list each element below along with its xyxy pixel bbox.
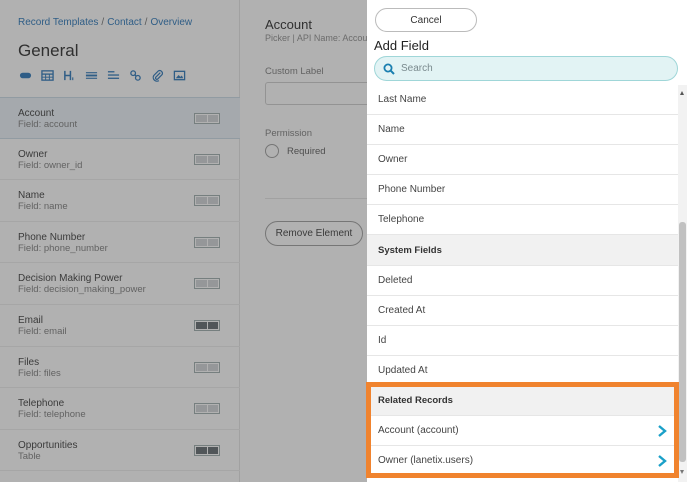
list-item-label: System Fields (378, 244, 442, 256)
list-item-label: Last Name (378, 94, 427, 106)
list-section-header: Related Records (367, 385, 678, 417)
list-item-label: Created At (378, 304, 426, 316)
scroll-up-arrow-icon[interactable] (680, 91, 684, 95)
list-item[interactable]: Updated At (367, 355, 678, 386)
list-item-label: Telephone (378, 214, 425, 226)
list-item-label: Related Records (378, 394, 453, 406)
search-input[interactable] (401, 63, 661, 74)
list-item[interactable]: Deleted (367, 265, 678, 296)
add-field-panel: Cancel Add Field Last Name Name Owner Phone… (367, 0, 687, 482)
list-item-label: Owner (378, 154, 408, 166)
list-item[interactable]: Id (367, 325, 678, 356)
scroll-down-arrow-icon[interactable] (680, 470, 684, 474)
search-icon (383, 63, 395, 75)
list-item[interactable]: Name (367, 115, 678, 146)
list-item[interactable]: Telephone (367, 205, 678, 236)
list-item[interactable]: Phone Number (367, 175, 678, 206)
list-item-label: Owner (lanetix.users) (378, 455, 474, 467)
cancel-button[interactable]: Cancel (375, 8, 477, 32)
list-item[interactable]: Owner (lanetix.users) (367, 446, 678, 477)
add-field-scrollbar[interactable] (678, 85, 687, 482)
chevron-right-icon[interactable] (656, 454, 668, 468)
search-box[interactable] (374, 56, 678, 81)
add-field-list: Last Name Name Owner Phone Number Telephone S… (367, 85, 678, 482)
add-field-title: Add Field (374, 38, 429, 53)
list-section-header: System Fields (367, 235, 678, 266)
chevron-right-icon[interactable] (656, 424, 668, 438)
list-item-label: Updated At (378, 364, 428, 376)
list-item-label: Phone Number (378, 184, 446, 196)
list-item[interactable]: Owner (367, 145, 678, 176)
list-item-label: Deleted (378, 274, 413, 286)
list-item[interactable]: Account (account) (367, 416, 678, 447)
list-item[interactable]: Last Name (367, 85, 678, 116)
list-item-label: Account (account) (378, 425, 459, 437)
list-item-label: Name (378, 124, 405, 136)
list-item-label: Id (378, 334, 387, 346)
list-item[interactable]: Created At (367, 295, 678, 326)
modal-backdrop[interactable] (0, 0, 367, 482)
scroll-thumb[interactable] (679, 222, 686, 462)
